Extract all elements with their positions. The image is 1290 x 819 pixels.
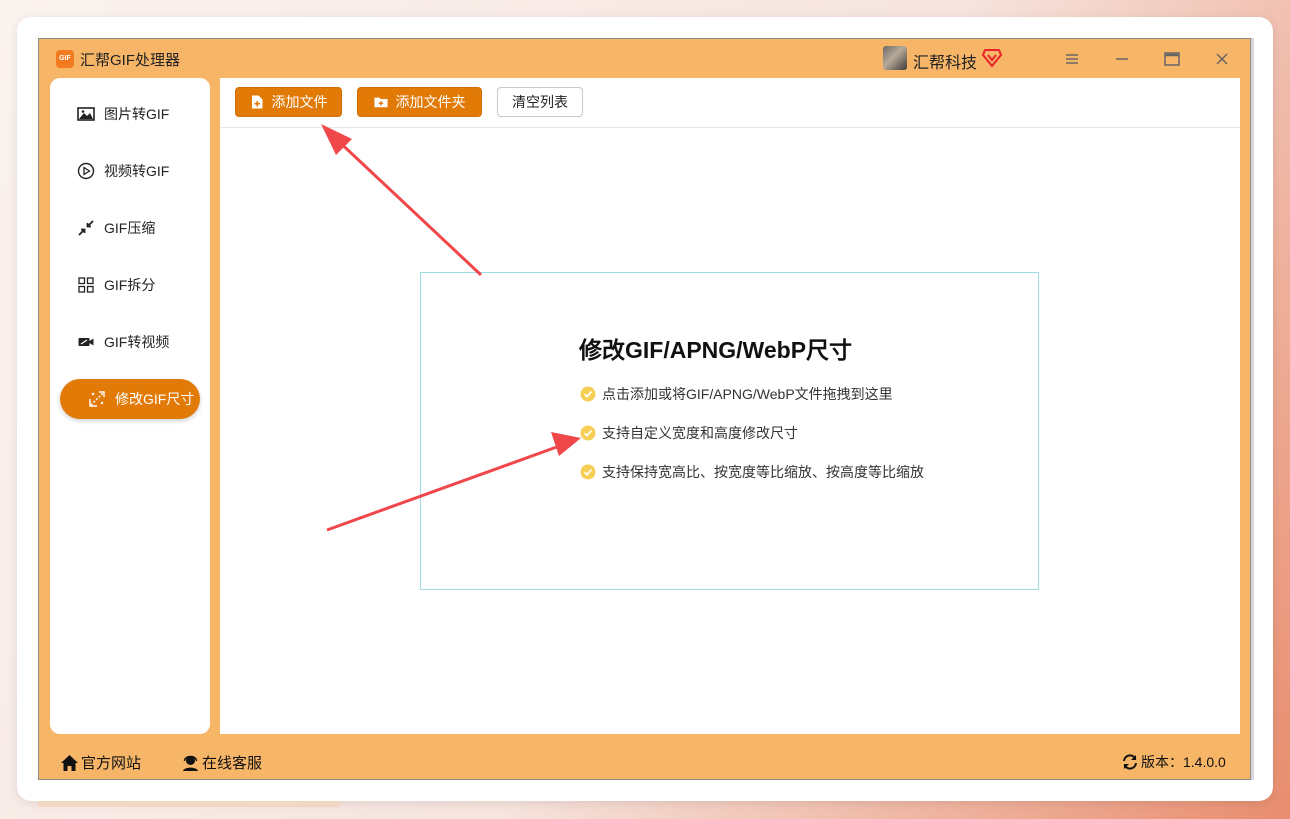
- sidebar-item-video-to-gif[interactable]: 视频转GIF: [60, 151, 200, 191]
- compress-icon: [77, 219, 95, 237]
- play-circle-icon: [77, 162, 95, 180]
- sidebar-item-label: GIF转视频: [104, 334, 170, 350]
- sidebar-item-label: 视频转GIF: [104, 163, 170, 179]
- app-window: GIF 汇帮GIF处理器 汇帮科技 图片转GIF 视频转GIF GIF压缩 GI…: [38, 38, 1251, 780]
- main-panel: 添加文件 添加文件夹 清空列表 修改GIF/APNG/WebP尺寸 点击添加或将…: [220, 78, 1240, 734]
- app-title: 汇帮GIF处理器: [80, 52, 180, 69]
- online-support-label: 在线客服: [202, 755, 263, 772]
- close-icon: [1216, 53, 1228, 65]
- sidebar-item-image-to-gif[interactable]: 图片转GIF: [60, 94, 200, 134]
- check-circle-icon: [580, 386, 596, 402]
- add-file-button[interactable]: 添加文件: [235, 87, 342, 117]
- titlebar: GIF 汇帮GIF处理器 汇帮科技: [39, 39, 1250, 79]
- file-drop-zone[interactable]: 修改GIF/APNG/WebP尺寸 点击添加或将GIF/APNG/WebP文件拖…: [420, 272, 1039, 590]
- minimize-button[interactable]: [1110, 47, 1134, 71]
- feature-item: 点击添加或将GIF/APNG/WebP文件拖拽到这里: [580, 384, 893, 404]
- maximize-icon: [1164, 52, 1180, 66]
- version-info: 版本：1.4.0.0: [1121, 752, 1226, 772]
- menu-button[interactable]: [1060, 47, 1084, 71]
- vip-diamond-icon[interactable]: [982, 49, 1002, 67]
- feature-text: 点击添加或将GIF/APNG/WebP文件拖拽到这里: [602, 386, 893, 402]
- add-file-icon: [250, 95, 264, 109]
- app-logo-icon: GIF: [56, 50, 74, 68]
- version-label: 版本：1.4.0.0: [1141, 754, 1226, 770]
- video-camera-icon: [77, 333, 95, 351]
- add-file-label: 添加文件: [271, 94, 328, 110]
- add-folder-label: 添加文件夹: [395, 94, 466, 110]
- customer-service-icon: [181, 754, 200, 772]
- sidebar-item-gif-split[interactable]: GIF拆分: [60, 265, 200, 305]
- feature-text: 支持保持宽高比、按宽度等比缩放、按高度等比缩放: [602, 464, 924, 480]
- sidebar-item-gif-compress[interactable]: GIF压缩: [60, 208, 200, 248]
- check-circle-icon: [580, 425, 596, 441]
- official-website-label: 官方网站: [81, 755, 142, 772]
- sidebar-item-label: 修改GIF尺寸: [115, 391, 195, 407]
- feature-text: 支持自定义宽度和高度修改尺寸: [602, 425, 798, 441]
- sidebar-item-gif-to-video[interactable]: GIF转视频: [60, 322, 200, 362]
- feature-item: 支持保持宽高比、按宽度等比缩放、按高度等比缩放: [580, 462, 924, 482]
- clear-list-label: 清空列表: [512, 94, 568, 110]
- menu-icon: [1066, 54, 1078, 64]
- user-name[interactable]: 汇帮科技: [913, 49, 977, 73]
- sidebar-item-label: 图片转GIF: [104, 106, 170, 122]
- official-website-link[interactable]: 官方网站: [60, 752, 141, 773]
- refresh-icon[interactable]: [1121, 753, 1139, 771]
- split-icon: [77, 276, 95, 294]
- add-folder-button[interactable]: 添加文件夹: [357, 87, 482, 117]
- minimize-icon: [1116, 58, 1128, 60]
- sidebar-item-label: GIF压缩: [104, 220, 156, 236]
- drop-zone-title: 修改GIF/APNG/WebP尺寸: [579, 337, 853, 363]
- clear-list-button[interactable]: 清空列表: [497, 87, 583, 117]
- image-icon: [77, 105, 95, 123]
- check-circle-icon: [580, 464, 596, 480]
- close-button[interactable]: [1210, 47, 1234, 71]
- sidebar: 图片转GIF 视频转GIF GIF压缩 GIF拆分 GIF转视频 修改GIF尺寸: [50, 78, 210, 734]
- resize-icon: [88, 390, 106, 408]
- sidebar-item-label: GIF拆分: [104, 277, 156, 293]
- sidebar-item-resize-gif[interactable]: 修改GIF尺寸: [60, 379, 200, 419]
- home-icon: [60, 754, 79, 772]
- taskbar-strip: [38, 801, 340, 807]
- feature-item: 支持自定义宽度和高度修改尺寸: [580, 423, 798, 443]
- toolbar: 添加文件 添加文件夹 清空列表: [220, 78, 1240, 128]
- user-avatar[interactable]: [883, 46, 907, 70]
- maximize-button[interactable]: [1160, 47, 1184, 71]
- statusbar: 官方网站 在线客服 版本：1.4.0.0: [39, 739, 1250, 781]
- window-shadow: [1251, 38, 1254, 780]
- online-support-link[interactable]: 在线客服: [181, 752, 262, 773]
- add-folder-icon: [373, 95, 388, 109]
